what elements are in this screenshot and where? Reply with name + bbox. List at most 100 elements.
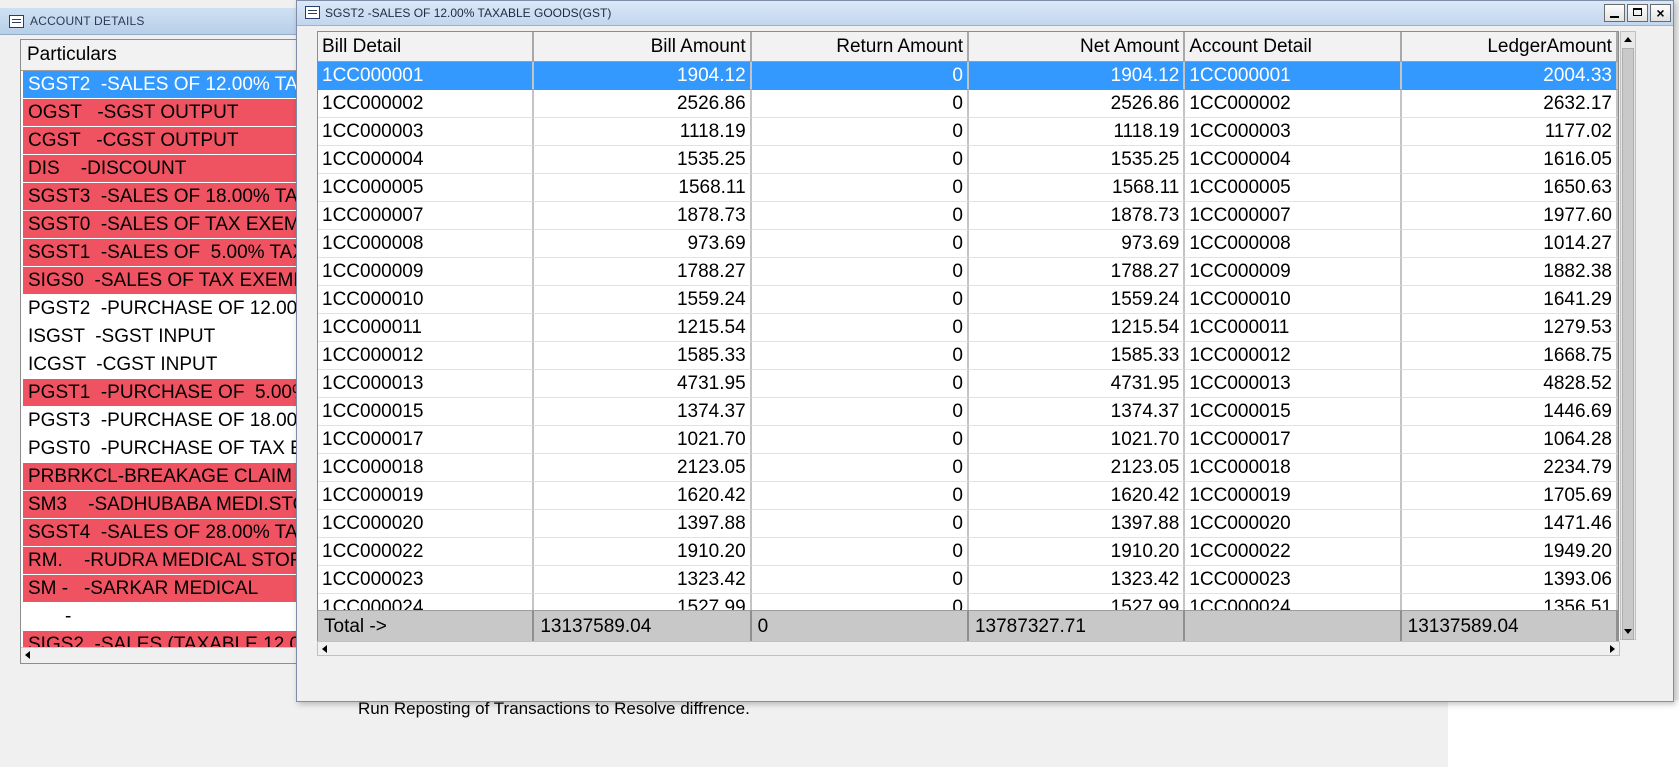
cell-account-detail[interactable]: 1CC000005: [1185, 174, 1402, 202]
cell-ledger-amount[interactable]: 4828.52: [1401, 370, 1618, 398]
column-header-return-amount[interactable]: Return Amount: [751, 32, 969, 62]
account-list-horizontal-scrollbar[interactable]: [21, 647, 311, 663]
cell-bill-amount[interactable]: 1535.25: [534, 146, 752, 174]
particulars-column-header[interactable]: Particulars: [21, 40, 311, 71]
account-list-item[interactable]: PGST1 -PURCHASE OF 5.00% TAXABLE GOODS: [23, 379, 309, 406]
cell-bill-amount[interactable]: 1620.42: [534, 482, 752, 510]
cell-return-amount[interactable]: 0: [751, 258, 969, 286]
table-row[interactable]: 1CC000017 1021.70 0 1021.70 1CC000017 1064.28: [318, 426, 1618, 454]
cell-account-detail[interactable]: 1CC000003: [1185, 118, 1402, 146]
account-list-item[interactable]: SGST1 -SALES OF 5.00% TAXABLE GOODS: [23, 239, 309, 266]
cell-ledger-amount[interactable]: 1616.05: [1401, 146, 1618, 174]
table-row[interactable]: 1CC000001 1904.12 0 1904.12 1CC000001 2004.33: [318, 62, 1618, 90]
cell-return-amount[interactable]: 0: [751, 342, 969, 370]
table-row[interactable]: 1CC000009 1788.27 0 1788.27 1CC000009 1882.38: [318, 258, 1618, 286]
cell-ledger-amount[interactable]: 1356.51: [1402, 594, 1618, 610]
scroll-down-icon[interactable]: [1624, 629, 1632, 634]
cell-ledger-amount[interactable]: 1064.28: [1401, 426, 1618, 454]
dialog-titlebar[interactable]: SGST2 -SALES OF 12.00% TAXABLE GOODS(GST…: [297, 1, 1673, 26]
cell-bill-detail[interactable]: 1CC000024: [318, 594, 535, 610]
table-row[interactable]: 1CC000018 2123.05 0 2123.05 1CC000018 2234.79: [318, 454, 1618, 482]
cell-return-amount[interactable]: 0: [751, 90, 969, 118]
account-list-item[interactable]: -: [23, 603, 309, 630]
column-header-account-detail[interactable]: Account Detail: [1185, 32, 1402, 62]
cell-ledger-amount[interactable]: 1279.53: [1401, 314, 1618, 342]
cell-bill-detail[interactable]: 1CC000010: [318, 286, 535, 314]
cell-ledger-amount[interactable]: 2004.33: [1401, 62, 1618, 90]
table-row[interactable]: 1CC000010 1559.24 0 1559.24 1CC000010 1641.29: [318, 286, 1618, 314]
cell-account-detail[interactable]: 1CC000007: [1185, 202, 1402, 230]
cell-ledger-amount[interactable]: 2632.17: [1401, 90, 1618, 118]
cell-bill-amount[interactable]: 1215.54: [534, 314, 752, 342]
cell-ledger-amount[interactable]: 1641.29: [1401, 286, 1618, 314]
table-row[interactable]: 1CC000002 2526.86 0 2526.86 1CC000002 2632.17: [318, 90, 1618, 118]
cell-bill-amount[interactable]: 973.69: [534, 230, 752, 258]
cell-bill-amount[interactable]: 1323.42: [534, 566, 752, 594]
scrollbar-thumb[interactable]: [1622, 48, 1634, 640]
account-list-item[interactable]: ICGST -CGST INPUT: [23, 351, 309, 378]
table-row[interactable]: 1CC000004 1535.25 0 1535.25 1CC000004 1616.05: [318, 146, 1618, 174]
cell-bill-amount[interactable]: 1788.27: [534, 258, 752, 286]
column-header-bill-detail[interactable]: Bill Detail: [318, 32, 535, 62]
table-row[interactable]: 1CC000015 1374.37 0 1374.37 1CC000015 1446.69: [318, 398, 1618, 426]
account-list-item[interactable]: CGST -CGST OUTPUT: [23, 127, 309, 154]
account-list-item[interactable]: PGST0 -PURCHASE OF TAX EXEMPTED GOODS: [23, 435, 309, 462]
table-row[interactable]: 1CC000007 1878.73 0 1878.73 1CC000007 1977.60: [318, 202, 1618, 230]
scroll-left-icon[interactable]: [322, 645, 327, 653]
cell-net-amount[interactable]: 2526.86: [968, 90, 1186, 118]
cell-ledger-amount[interactable]: 1882.38: [1401, 258, 1618, 286]
cell-return-amount[interactable]: 0: [751, 146, 969, 174]
table-row[interactable]: 1CC000023 1323.42 0 1323.42 1CC000023 1393.06: [318, 566, 1618, 594]
account-list-item[interactable]: SM - -SARKAR MEDICAL: [23, 575, 309, 602]
cell-account-detail[interactable]: 1CC000008: [1185, 230, 1402, 258]
cell-bill-amount[interactable]: 4731.95: [534, 370, 752, 398]
cell-account-detail[interactable]: 1CC000009: [1185, 258, 1402, 286]
cell-bill-amount[interactable]: 1878.73: [534, 202, 752, 230]
column-header-ledger-amount[interactable]: LedgerAmount: [1401, 32, 1618, 62]
cell-ledger-amount[interactable]: 1471.46: [1401, 510, 1618, 538]
account-list-item[interactable]: DIS -DISCOUNT: [23, 155, 309, 182]
cell-bill-detail[interactable]: 1CC000018: [318, 454, 535, 482]
cell-bill-detail[interactable]: 1CC000023: [318, 566, 535, 594]
account-list-item[interactable]: OGST -SGST OUTPUT: [23, 99, 309, 126]
cell-account-detail[interactable]: 1CC000013: [1185, 370, 1402, 398]
cell-return-amount[interactable]: 0: [751, 398, 969, 426]
cell-account-detail[interactable]: 1CC000020: [1185, 510, 1402, 538]
table-row[interactable]: 1CC000013 4731.95 0 4731.95 1CC000013 4828.52: [318, 370, 1618, 398]
cell-ledger-amount[interactable]: 1949.20: [1401, 538, 1618, 566]
cell-bill-amount[interactable]: 2526.86: [534, 90, 752, 118]
cell-net-amount[interactable]: 1585.33: [968, 342, 1186, 370]
cell-return-amount[interactable]: 0: [751, 454, 969, 482]
cell-bill-amount[interactable]: 1374.37: [534, 398, 752, 426]
cell-ledger-amount[interactable]: 1014.27: [1401, 230, 1618, 258]
maximize-button[interactable]: [1627, 4, 1648, 22]
account-list-item[interactable]: SM3 -SADHUBABA MEDI.STORES: [23, 491, 309, 518]
cell-net-amount[interactable]: 1878.73: [968, 202, 1186, 230]
cell-ledger-amount[interactable]: 1977.60: [1401, 202, 1618, 230]
grid-vertical-scrollbar[interactable]: [1620, 31, 1636, 640]
cell-return-amount[interactable]: 0: [751, 230, 969, 258]
cell-bill-detail[interactable]: 1CC000013: [318, 370, 535, 398]
account-list-item[interactable]: PGST3 -PURCHASE OF 18.00% TAXABLE GOODS: [23, 407, 309, 434]
cell-net-amount[interactable]: 1910.20: [968, 538, 1186, 566]
table-row[interactable]: 1CC000019 1620.42 0 1620.42 1CC000019 1705.69: [318, 482, 1618, 510]
cell-bill-amount[interactable]: 1904.12: [534, 62, 752, 90]
cell-bill-detail[interactable]: 1CC000019: [318, 482, 535, 510]
window-menu-icon[interactable]: [9, 15, 24, 28]
grid-horizontal-scrollbar[interactable]: [317, 641, 1620, 656]
cell-bill-amount[interactable]: 2123.05: [534, 454, 752, 482]
cell-bill-detail[interactable]: 1CC000022: [318, 538, 535, 566]
cell-bill-amount[interactable]: 1397.88: [534, 510, 752, 538]
cell-account-detail[interactable]: 1CC000019: [1185, 482, 1402, 510]
cell-bill-amount[interactable]: 1118.19: [534, 118, 752, 146]
cell-bill-detail[interactable]: 1CC000003: [318, 118, 535, 146]
table-row[interactable]: 1CC000011 1215.54 0 1215.54 1CC000011 1279.53: [318, 314, 1618, 342]
cell-bill-detail[interactable]: 1CC000011: [318, 314, 535, 342]
table-row[interactable]: 1CC000008 973.69 0 973.69 1CC000008 1014.27: [318, 230, 1618, 258]
cell-account-detail[interactable]: 1CC000012: [1185, 342, 1402, 370]
cell-account-detail[interactable]: 1CC000018: [1185, 454, 1402, 482]
cell-net-amount[interactable]: 1374.37: [968, 398, 1186, 426]
cell-return-amount[interactable]: 0: [752, 594, 969, 610]
scroll-left-icon[interactable]: [25, 651, 30, 659]
cell-net-amount[interactable]: 1118.19: [968, 118, 1186, 146]
